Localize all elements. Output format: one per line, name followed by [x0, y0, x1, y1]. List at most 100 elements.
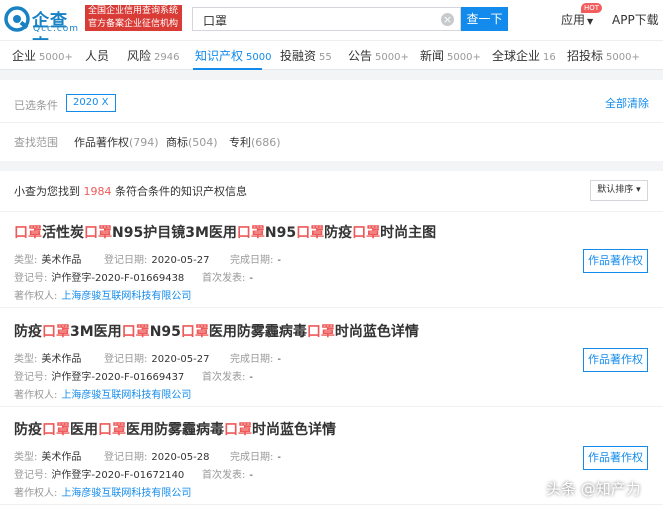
category-nav: 企业 5000+ 人员 风险 2946 知识产权 5000 投融资 55 公告 5000+…	[0, 40, 663, 70]
apps-menu[interactable]: 应用 ▼	[561, 11, 593, 28]
tab-label: 投融资	[280, 49, 317, 63]
tab-bidding[interactable]: 招投标 5000+	[567, 47, 640, 64]
meta-value: 2020-05-27	[151, 255, 210, 266]
item-divider	[0, 406, 663, 407]
owner-link[interactable]: 上海彦骏互联网科技有限公司	[61, 390, 191, 401]
meta-reg-date: 登记日期: 2020-05-27	[104, 350, 210, 365]
caret-down-icon: ▾	[636, 185, 641, 195]
tab-label: 人员	[85, 49, 110, 63]
result-title[interactable]: 防疫口罩医用口罩医用防雾霾病毒口罩时尚蓝色详情	[14, 419, 336, 439]
tab-risk[interactable]: 风险 2946	[127, 47, 179, 64]
logo-mark-icon	[4, 6, 30, 32]
meta-label: 首次发表:	[202, 273, 246, 284]
meta-finish-date: 完成日期: -	[230, 350, 281, 365]
meta-label: 登记日期:	[104, 255, 148, 266]
title-segment: 口罩	[42, 324, 70, 340]
scope-option-copyright[interactable]: 作品著作权(794)	[74, 134, 159, 150]
summary-suffix: 条符合条件的知识产权信息	[115, 185, 247, 198]
meta-value: 沪作登字-2020-F-01669438	[51, 273, 185, 284]
title-segment: 口罩	[14, 225, 42, 241]
search-button[interactable]: 查一下	[461, 7, 508, 31]
meta-reg-no: 登记号: 沪作登字-2020-F-01672140	[14, 466, 184, 481]
meta-first-pub: 首次发表: -	[202, 368, 253, 383]
meta-owner: 著作权人: 上海彦骏互联网科技有限公司	[14, 484, 191, 499]
results-count: 1984	[83, 185, 112, 198]
tab-label: 全球企业	[492, 49, 541, 63]
meta-label: 类型:	[14, 255, 38, 266]
tab-ip[interactable]: 知识产权 5000	[195, 47, 271, 64]
title-segment: 3M医用	[70, 324, 122, 340]
option-label: 专利	[229, 136, 251, 149]
scope-option-trademark[interactable]: 商标(504)	[166, 134, 218, 150]
result-item: 防疫口罩3M医用口罩N95口罩医用防雾霾病毒口罩时尚蓝色详情类型: 美术作品 登记日…	[0, 311, 663, 407]
active-tab-indicator	[193, 68, 262, 70]
tab-count: 5000+	[39, 52, 73, 63]
copyright-type-button[interactable]: 作品著作权	[583, 249, 648, 273]
tab-global-enterprise[interactable]: 全球企业 16	[492, 47, 556, 64]
scope-option-patent[interactable]: 专利(686)	[229, 134, 281, 150]
tab-count: 5000	[246, 52, 272, 63]
filter-tag-year[interactable]: 2020 X	[66, 94, 116, 112]
title-segment: 防疫	[14, 422, 42, 438]
meta-finish-date: 完成日期: -	[230, 251, 281, 266]
watermark: 头条 @知产力	[546, 480, 641, 498]
tab-label: 风险	[127, 49, 152, 63]
title-segment: 时尚蓝色详情	[334, 324, 419, 340]
tab-investment[interactable]: 投融资 55	[280, 47, 332, 64]
meta-label: 著作权人:	[14, 291, 58, 302]
option-count: (794)	[129, 136, 159, 149]
meta-reg-no: 登记号: 沪作登字-2020-F-01669438	[14, 269, 184, 284]
search-input-value: 口罩	[203, 14, 228, 28]
owner-link[interactable]: 上海彦骏互联网科技有限公司	[61, 291, 191, 302]
copyright-type-button[interactable]: 作品著作权	[583, 348, 648, 372]
meta-value: 沪作登字-2020-F-01672140	[51, 470, 185, 481]
tab-enterprise[interactable]: 企业 5000+	[12, 47, 73, 64]
item-divider	[0, 307, 663, 308]
filter-divider	[0, 122, 663, 123]
option-count: (686)	[251, 136, 281, 149]
remove-tag-icon[interactable]: X	[102, 97, 109, 108]
title-segment: 防疫	[14, 324, 42, 340]
meta-reg-date: 登记日期: 2020-05-28	[104, 448, 210, 463]
tab-label: 知识产权	[195, 49, 244, 63]
tab-news[interactable]: 新闻 5000+	[420, 47, 481, 64]
meta-label: 登记号:	[14, 372, 48, 383]
tab-count: 16	[543, 52, 556, 63]
meta-first-pub: 首次发表: -	[202, 269, 253, 284]
clear-search-icon[interactable]: ×	[441, 13, 454, 26]
meta-value: -	[277, 255, 281, 266]
title-segment: N95护目镜3M医用	[112, 225, 237, 241]
app-download-link[interactable]: APP下载	[612, 11, 659, 28]
title-segment: 医用防雾霾病毒	[126, 422, 224, 438]
meta-value: 美术作品	[41, 452, 82, 463]
clear-all-button[interactable]: 全部清除	[605, 95, 649, 111]
owner-link[interactable]: 上海彦骏互联网科技有限公司	[61, 488, 191, 499]
option-label: 作品著作权	[74, 136, 129, 149]
meta-label: 登记日期:	[104, 354, 148, 365]
tab-count: 5000+	[447, 52, 481, 63]
title-segment: 口罩	[98, 422, 126, 438]
apps-label: 应用	[561, 13, 586, 27]
tab-people[interactable]: 人员	[85, 47, 112, 64]
title-segment: 医用防雾霾病毒	[208, 324, 307, 340]
title-segment: 口罩	[296, 225, 325, 241]
sort-dropdown[interactable]: 默认排序 ▾	[590, 180, 648, 201]
search-input[interactable]: 口罩 ×	[192, 7, 461, 31]
selected-conditions-label: 已选条件	[14, 99, 58, 112]
meta-type: 类型: 美术作品	[14, 350, 81, 365]
meta-label: 登记号:	[14, 273, 48, 284]
meta-label: 著作权人:	[14, 488, 58, 499]
result-title[interactable]: 防疫口罩3M医用口罩N95口罩医用防雾霾病毒口罩时尚蓝色详情	[14, 321, 419, 341]
qcc-logo[interactable]: 企查查 Qcc.com	[4, 5, 82, 56]
title-segment: 口罩	[306, 324, 335, 340]
tab-announcements[interactable]: 公告 5000+	[348, 47, 409, 64]
result-title[interactable]: 口罩活性炭口罩N95护目镜3M医用口罩N95口罩防疫口罩时尚主图	[14, 222, 436, 242]
option-label: 商标	[166, 136, 188, 149]
official-badge: 全国企业信用查询系统 官方备案企业征信机构	[85, 5, 182, 31]
meta-reg-no: 登记号: 沪作登字-2020-F-01669437	[14, 368, 184, 383]
meta-type: 类型: 美术作品	[14, 251, 81, 266]
meta-label: 首次发表:	[202, 372, 246, 383]
title-segment: 口罩	[224, 422, 252, 438]
title-segment: 活性炭	[42, 225, 84, 241]
copyright-type-button[interactable]: 作品著作权	[583, 446, 648, 470]
